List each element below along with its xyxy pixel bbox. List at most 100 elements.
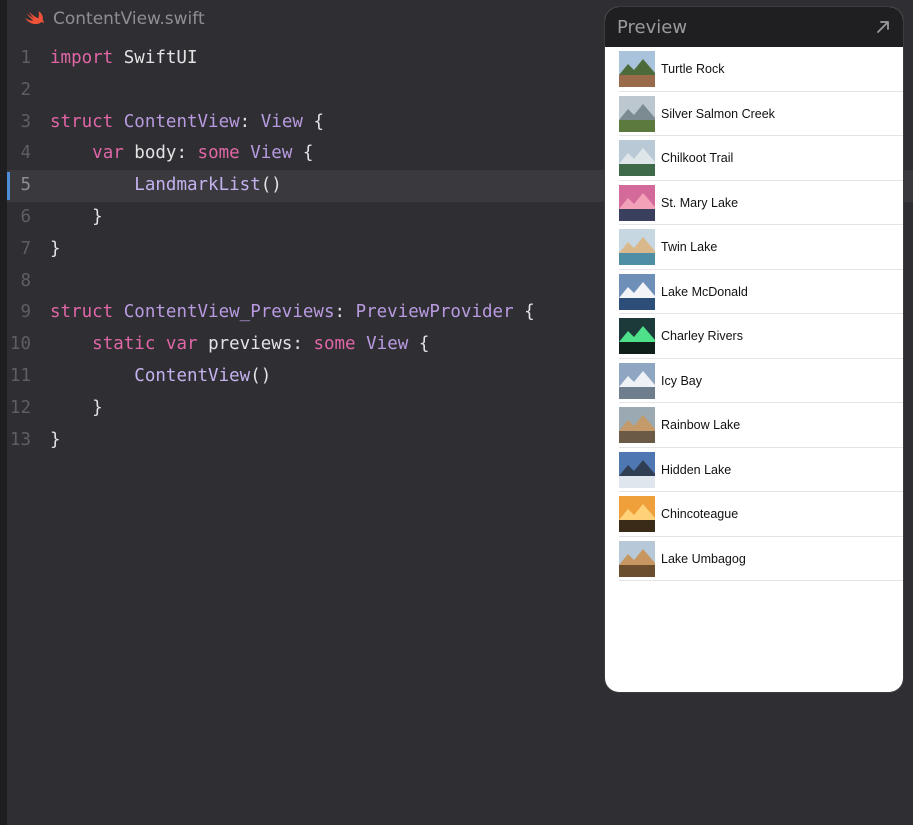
code-token: var bbox=[92, 143, 124, 164]
list-item[interactable]: Chilkoot Trail bbox=[605, 136, 903, 181]
line-number: 12 bbox=[9, 397, 31, 418]
code-token: } bbox=[50, 238, 61, 259]
list-item[interactable]: Twin Lake bbox=[605, 225, 903, 270]
code-token: { bbox=[408, 334, 430, 355]
landmark-thumbnail bbox=[619, 407, 655, 444]
landmark-thumbnail bbox=[619, 95, 655, 132]
list-item[interactable]: Silver Salmon Creek bbox=[605, 92, 903, 137]
code-token: struct bbox=[50, 111, 114, 132]
list-item[interactable]: St. Mary Lake bbox=[605, 181, 903, 226]
list-item[interactable]: Charley Rivers bbox=[605, 314, 903, 359]
list-item[interactable]: Rainbow Lake bbox=[605, 403, 903, 448]
landmark-name: Icy Bay bbox=[661, 373, 702, 388]
code-token: } bbox=[50, 206, 103, 227]
file-tab[interactable]: ContentView.swift bbox=[25, 8, 205, 30]
landmark-name: Chilkoot Trail bbox=[661, 151, 734, 166]
landmark-thumbnail bbox=[619, 318, 655, 355]
landmark-name: Lake Umbagog bbox=[661, 551, 746, 566]
code-token: ContentView bbox=[134, 365, 251, 386]
landmark-thumbnail bbox=[619, 273, 655, 310]
list-item[interactable]: Lake Umbagog bbox=[605, 537, 903, 582]
landmark-thumbnail bbox=[619, 184, 655, 221]
line-number: 1 bbox=[20, 48, 31, 68]
code-text: var body: some View { bbox=[50, 143, 313, 163]
landmark-thumbnail bbox=[619, 362, 655, 399]
line-number: 10 bbox=[9, 334, 31, 355]
line-number: 8 bbox=[20, 270, 31, 291]
code-token: : bbox=[239, 111, 261, 132]
landmark-name: Rainbow Lake bbox=[661, 418, 741, 433]
list-item[interactable]: Chincoteague bbox=[605, 492, 903, 537]
preview-header: Preview bbox=[605, 7, 903, 47]
code-token: View bbox=[260, 111, 303, 132]
preview-title: Preview bbox=[617, 16, 688, 38]
line-number: 9 bbox=[20, 302, 31, 323]
code-token: View bbox=[250, 143, 293, 164]
line-number: 13 bbox=[9, 429, 31, 450]
landmark-thumbnail bbox=[619, 140, 655, 177]
code-token: body: bbox=[123, 143, 198, 164]
list-item[interactable]: Lake McDonald bbox=[605, 270, 903, 315]
landmark-thumbnail bbox=[619, 451, 655, 488]
code-token: ContentView bbox=[123, 111, 240, 132]
code-token: SwiftUI bbox=[113, 48, 198, 68]
swift-icon bbox=[25, 11, 44, 25]
preview-panel[interactable]: Preview Turtle Rock Silver Salmon Creek Ch… bbox=[605, 7, 903, 692]
code-text: import SwiftUI bbox=[50, 48, 198, 68]
code-token: previews: bbox=[197, 334, 314, 355]
line-number: 5 bbox=[20, 175, 31, 196]
code-text: struct ContentView: View { bbox=[50, 112, 324, 132]
code-token: } bbox=[50, 429, 61, 450]
code-token: some bbox=[313, 334, 356, 355]
landmark-thumbnail bbox=[619, 51, 655, 88]
code-text: } bbox=[50, 430, 61, 450]
line-number: 6 bbox=[20, 206, 31, 227]
code-text: } bbox=[50, 398, 103, 418]
line-number: 11 bbox=[9, 365, 31, 386]
code-text: LandmarkList() bbox=[50, 175, 282, 195]
landmark-name: Silver Salmon Creek bbox=[661, 106, 775, 121]
list-item[interactable]: Turtle Rock bbox=[605, 47, 903, 92]
landmark-thumbnail bbox=[619, 496, 655, 533]
line-number: 4 bbox=[20, 143, 31, 164]
code-token: static bbox=[92, 334, 156, 355]
code-token: ContentView_Previews bbox=[123, 302, 335, 323]
landmark-name: St. Mary Lake bbox=[661, 195, 739, 210]
code-token: some bbox=[197, 143, 240, 164]
landmark-name: Hidden Lake bbox=[661, 462, 732, 477]
code-token: LandmarkList bbox=[134, 175, 261, 196]
code-token: struct bbox=[50, 302, 114, 323]
window-edge bbox=[0, 0, 7, 825]
arrow-up-right-icon[interactable] bbox=[875, 19, 891, 35]
landmark-name: Charley Rivers bbox=[661, 329, 743, 344]
code-token: var bbox=[165, 334, 198, 355]
landmark-thumbnail bbox=[619, 229, 655, 266]
code-token: PreviewProvider bbox=[355, 302, 514, 323]
code-token: import bbox=[50, 48, 114, 68]
code-token: : bbox=[334, 302, 356, 323]
code-text: } bbox=[50, 239, 61, 259]
line-number: 7 bbox=[20, 238, 31, 259]
landmark-name: Chincoteague bbox=[661, 507, 739, 522]
code-token: { bbox=[302, 111, 324, 132]
list-item[interactable]: Icy Bay bbox=[605, 359, 903, 404]
list-item[interactable]: Hidden Lake bbox=[605, 448, 903, 493]
line-number: 2 bbox=[20, 79, 31, 100]
code-token: } bbox=[50, 397, 103, 418]
code-token: { bbox=[292, 143, 314, 164]
file-name: ContentView.swift bbox=[53, 9, 205, 29]
landmark-name: Lake McDonald bbox=[661, 284, 748, 299]
landmark-list[interactable]: Turtle Rock Silver Salmon Creek Chilkoot T… bbox=[605, 47, 903, 581]
code-token: { bbox=[513, 302, 535, 323]
code-text: } bbox=[50, 207, 103, 227]
code-text: ContentView() bbox=[50, 366, 271, 386]
landmark-name: Twin Lake bbox=[661, 240, 718, 255]
